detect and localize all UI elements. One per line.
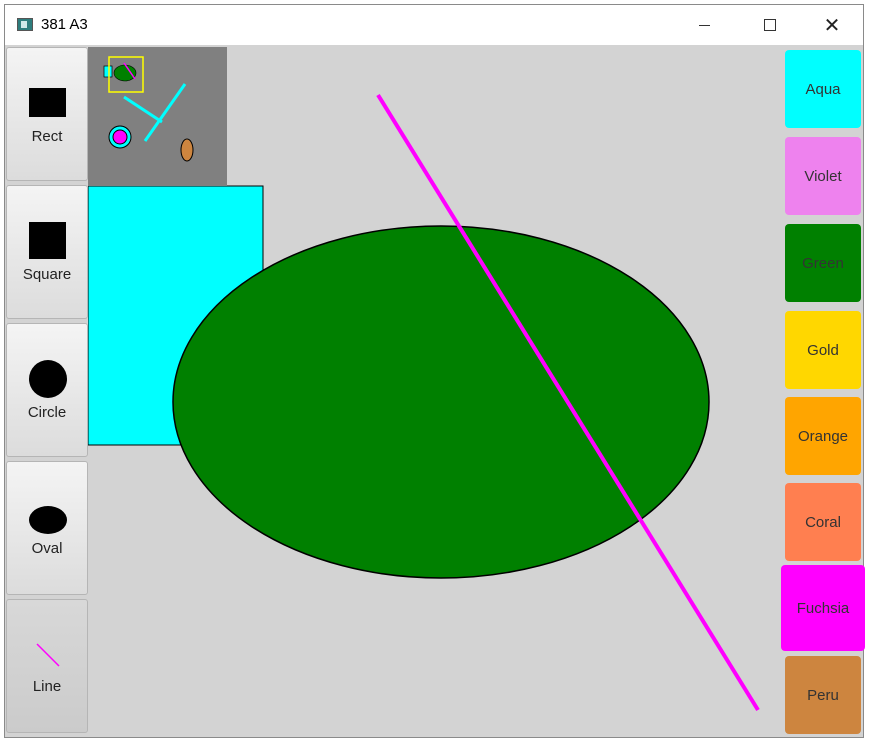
tool-line-button[interactable]: Line: [6, 599, 88, 733]
color-peru-button[interactable]: Peru: [785, 656, 861, 734]
color-coral-button[interactable]: Coral: [785, 483, 861, 561]
close-button[interactable]: ✕: [809, 5, 855, 45]
app-icon: [17, 18, 33, 31]
mini-overview[interactable]: [88, 47, 227, 186]
color-gold-button[interactable]: Gold: [785, 311, 861, 389]
tool-square-label: Square: [22, 266, 72, 283]
color-gold-label: Gold: [807, 341, 839, 359]
color-coral-label: Coral: [805, 513, 841, 531]
rectangle-icon: [29, 88, 66, 117]
color-fuchsia-label: Fuchsia: [796, 599, 850, 617]
color-green-button[interactable]: Green: [785, 224, 861, 302]
mini-peru-oval: [180, 138, 194, 162]
circle-icon: [29, 360, 67, 398]
title-bar: 381 A3 ✕: [5, 5, 863, 45]
tool-circle-button[interactable]: Circle: [6, 323, 88, 457]
color-violet-label: Violet: [804, 167, 842, 185]
mini-rect-shape: [103, 65, 113, 78]
window-title: 381 A3: [41, 16, 88, 33]
app-window: 381 A3 ✕ Rect Square Circle Oval Line Aq…: [4, 4, 865, 738]
shape-toolbar: Rect Square Circle Oval Line: [6, 47, 88, 737]
tool-square-button[interactable]: Square: [6, 185, 88, 319]
canvas-oval-shape[interactable]: [172, 225, 710, 579]
tool-rect-label: Rect: [31, 128, 63, 145]
color-violet-button[interactable]: Violet: [785, 137, 861, 215]
color-orange-label: Orange: [797, 427, 849, 445]
mini-circle-inner: [112, 129, 128, 145]
tool-oval-button[interactable]: Oval: [6, 461, 88, 595]
square-icon: [29, 222, 66, 259]
color-fuchsia-button[interactable]: Fuchsia: [781, 565, 865, 651]
color-orange-button[interactable]: Orange: [785, 397, 861, 475]
minimize-button[interactable]: [681, 5, 727, 45]
minimize-icon: [698, 24, 710, 26]
color-aqua-label: Aqua: [805, 80, 841, 98]
tool-line-label: Line: [32, 678, 62, 695]
tool-circle-label: Circle: [27, 404, 67, 421]
oval-icon: [29, 506, 67, 534]
color-aqua-button[interactable]: Aqua: [785, 50, 861, 128]
mini-oval-shape: [113, 64, 137, 82]
line-icon: [36, 643, 60, 667]
maximize-icon: [764, 19, 776, 31]
color-peru-label: Peru: [807, 686, 839, 704]
close-icon: ✕: [823, 14, 841, 37]
color-green-label: Green: [802, 254, 844, 272]
tool-oval-label: Oval: [31, 540, 63, 557]
color-palette: Aqua Violet Green Gold Orange Coral Fuch…: [781, 47, 865, 737]
maximize-button[interactable]: [747, 5, 793, 45]
tool-rect-button[interactable]: Rect: [6, 47, 88, 181]
